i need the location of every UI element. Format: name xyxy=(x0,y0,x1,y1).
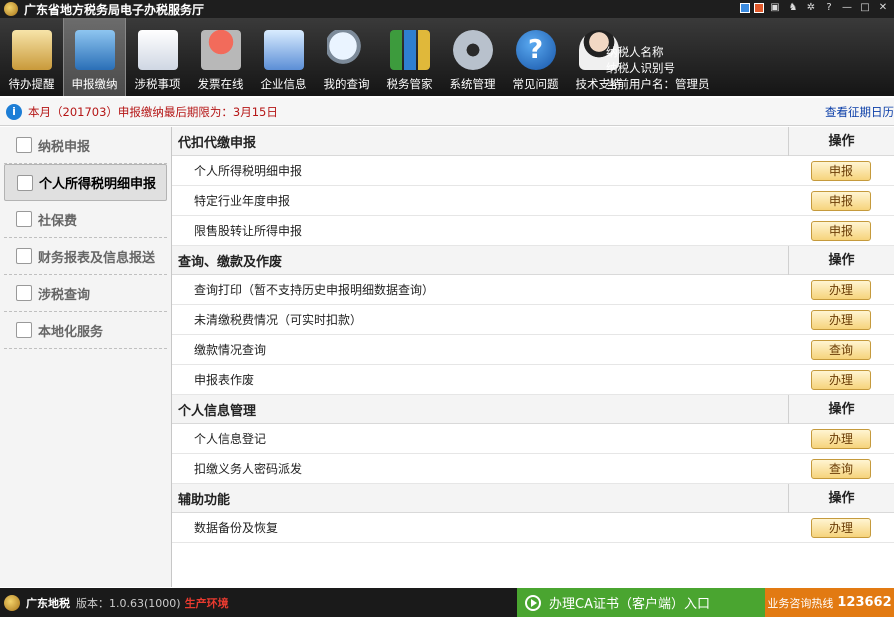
ca-certificate-button[interactable]: 办理CA证书（客户端）入口 xyxy=(517,588,765,617)
sidebar-item-iit-detail[interactable]: 个人所得税明细申报 xyxy=(4,164,167,201)
user-info-panel: 纳税人名称 纳税人识别号 当前用户名：管理员 xyxy=(596,40,710,92)
page-icon xyxy=(16,285,32,301)
taxpayer-id: 纳税人识别号 xyxy=(606,61,675,75)
sidebar-item-local-service[interactable]: 本地化服务 xyxy=(4,312,167,349)
app-logo-icon xyxy=(4,2,18,16)
declare-button[interactable]: 申报 xyxy=(811,160,871,181)
sidebar: 纳税申报 个人所得税明细申报 社保费 财务报表及信息报送 涉税查询 本地化服务 xyxy=(0,127,172,587)
query-button[interactable]: 查询 xyxy=(811,339,871,360)
close-icon[interactable]: ✕ xyxy=(876,1,890,15)
settings-icon[interactable]: ✲ xyxy=(804,1,818,15)
toolbar-item-declare-pay[interactable]: 申报缴纳 xyxy=(63,18,126,96)
tax-calendar-link[interactable]: 查看征期日历 xyxy=(825,104,894,120)
notice-prefix: 本月（ xyxy=(28,104,63,119)
bar-chart-icon xyxy=(389,30,430,70)
info-icon: i xyxy=(6,103,22,120)
notes-icon[interactable]: ▣ xyxy=(768,1,782,15)
table-row: 未清缴税费情况（可实时扣款） 办理 xyxy=(172,305,894,335)
report-icon xyxy=(16,248,32,264)
declare-button[interactable]: 申报 xyxy=(811,190,871,211)
toolbar-item-my-query[interactable]: 我的查询 xyxy=(315,18,378,96)
toolbar-item-tax-butler[interactable]: 税务管家 xyxy=(378,18,441,96)
title-bar: 广东省地方税务局电子办税服务厅 ▣ ♞ ✲ ? — □ ✕ xyxy=(0,0,894,18)
toolbar-item-tax-matters[interactable]: 涉税事项 xyxy=(126,18,189,96)
sidebar-item-financial-report[interactable]: 财务报表及信息报送 xyxy=(4,238,167,275)
status-bar: 广东地税 版本：1.0.63(1000) 生产环境 办理CA证书（客户端）入口 … xyxy=(0,588,894,617)
declare-button[interactable]: 申报 xyxy=(811,220,871,241)
status-version: 版本：1.0.63(1000) xyxy=(76,596,181,610)
section-header: 查询、缴款及作废 操作 xyxy=(172,245,894,275)
help-icon[interactable]: ? xyxy=(822,1,836,15)
toolbar-item-todo[interactable]: 待办提醒 xyxy=(0,18,63,96)
notice-text: ）申报缴纳最后期限为： xyxy=(106,104,233,119)
skin-orange-icon[interactable] xyxy=(754,3,764,13)
process-button[interactable]: 办理 xyxy=(811,279,871,300)
current-user: 当前用户名：管理员 xyxy=(606,77,710,91)
process-button[interactable]: 办理 xyxy=(811,369,871,390)
table-row: 扣缴义务人密码派发 查询 xyxy=(172,454,894,484)
question-icon: ? xyxy=(515,30,556,70)
play-icon xyxy=(525,594,541,611)
section-header: 个人信息管理 操作 xyxy=(172,394,894,424)
document-icon xyxy=(17,174,33,191)
section-header: 代扣代缴申报 操作 xyxy=(172,126,894,156)
monitor-icon xyxy=(74,30,115,70)
notice-deadline: 3月15日 xyxy=(232,104,278,119)
window-title: 广东省地方税务局电子办税服务厅 xyxy=(24,2,205,17)
toolbar-item-enterprise-info[interactable]: 企业信息 xyxy=(252,18,315,96)
sidebar-item-social-insurance[interactable]: 社保费 xyxy=(4,201,167,238)
table-row: 个人所得税明细申报 申报 xyxy=(172,156,894,186)
taxpayer-name: 纳税人名称 xyxy=(606,45,664,59)
clipboard-icon xyxy=(11,30,52,70)
window-controls: ▣ ♞ ✲ ? — □ ✕ xyxy=(740,1,890,15)
process-button[interactable]: 办理 xyxy=(811,517,871,538)
notice-month: 201703 xyxy=(62,104,107,119)
database-icon xyxy=(16,137,32,153)
sidebar-item-tax-declaration[interactable]: 纳税申报 xyxy=(4,127,167,164)
table-row: 个人信息登记 办理 xyxy=(172,424,894,454)
building-icon xyxy=(263,30,304,70)
minimize-icon[interactable]: — xyxy=(840,1,854,15)
deadline-notice-bar: i 本月（ 201703 ）申报缴纳最后期限为： 3月15日 查看征期日历 xyxy=(0,98,894,126)
toolbar-item-invoice-online[interactable]: 发票在线 xyxy=(189,18,252,96)
process-button[interactable]: 办理 xyxy=(811,428,871,449)
main-toolbar: 待办提醒 申报缴纳 涉税事项 发票在线 企业信息 我的查询 税务管家 系统管理 … xyxy=(0,18,894,96)
window-icon xyxy=(16,322,32,338)
form-icon xyxy=(16,211,32,227)
status-app-name: 广东地税 xyxy=(26,596,70,610)
document-arrow-icon xyxy=(137,30,178,70)
stamp-icon xyxy=(200,30,241,70)
status-env: 生产环境 xyxy=(184,596,229,610)
table-row: 限售股转让所得申报 申报 xyxy=(172,216,894,246)
table-row: 数据备份及恢复 办理 xyxy=(172,513,894,543)
maximize-icon[interactable]: □ xyxy=(858,1,872,15)
table-row: 缴款情况查询 查询 xyxy=(172,335,894,365)
table-row: 查询打印（暂不支持历史申报明细数据查询） 办理 xyxy=(172,275,894,305)
process-button[interactable]: 办理 xyxy=(811,309,871,330)
main-content: 代扣代缴申报 操作 个人所得税明细申报 申报 特定行业年度申报 申报 限售股转让… xyxy=(172,126,894,587)
magnifier-icon xyxy=(326,30,367,70)
shirt-icon[interactable]: ♞ xyxy=(786,1,800,15)
toolbar-item-faq[interactable]: ? 常见问题 xyxy=(504,18,567,96)
hotline-badge: 业务咨询热线 123662 xyxy=(765,588,894,617)
skin-blue-icon[interactable] xyxy=(740,3,750,13)
query-button[interactable]: 查询 xyxy=(811,458,871,479)
gear-icon xyxy=(452,30,493,70)
section-header: 辅助功能 操作 xyxy=(172,483,894,513)
sidebar-item-tax-query[interactable]: 涉税查询 xyxy=(4,275,167,312)
table-row: 申报表作废 办理 xyxy=(172,365,894,395)
status-logo-icon xyxy=(4,594,20,611)
toolbar-item-system-admin[interactable]: 系统管理 xyxy=(441,18,504,96)
table-row: 特定行业年度申报 申报 xyxy=(172,186,894,216)
